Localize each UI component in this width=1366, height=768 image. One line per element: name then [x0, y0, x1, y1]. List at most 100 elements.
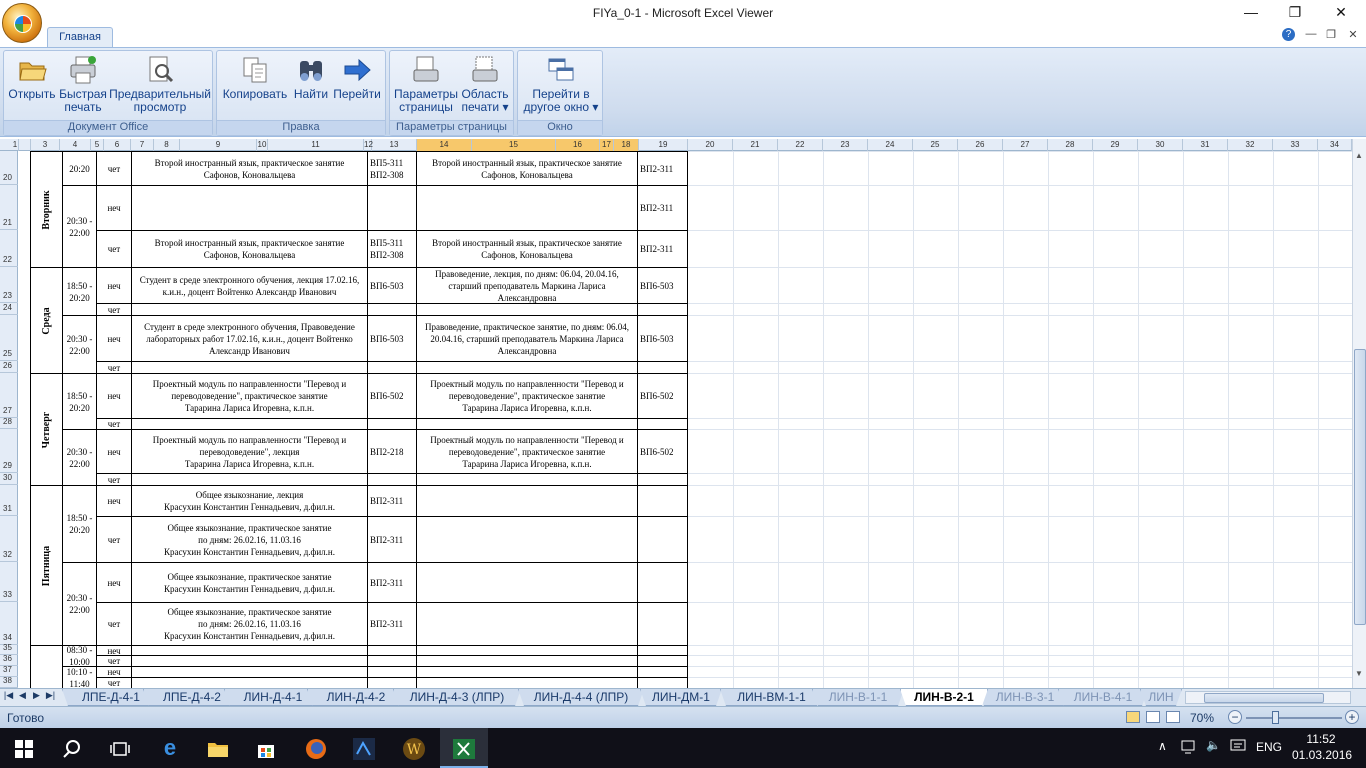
switch-window-button[interactable]: Перейти в другое окно ▾: [520, 55, 602, 114]
zoom-level[interactable]: 70%: [1190, 711, 1214, 725]
warcraft-icon[interactable]: W: [390, 728, 438, 768]
row-header[interactable]: 23: [0, 267, 18, 303]
sheet-tab[interactable]: ЛИН-В-3-1: [978, 689, 1072, 706]
column-header[interactable]: 31: [1183, 139, 1228, 151]
hscroll-thumb[interactable]: [1204, 693, 1324, 703]
task-view-icon[interactable]: [96, 728, 144, 768]
column-header[interactable]: 16: [556, 139, 600, 151]
column-header[interactable]: 18: [614, 139, 639, 151]
sheet-tab[interactable]: ЛИН: [1140, 689, 1182, 706]
column-header[interactable]: 8: [154, 139, 180, 151]
ribbon-close-button[interactable]: ✕: [1345, 28, 1361, 41]
row-header[interactable]: 26: [0, 361, 18, 373]
copy-button[interactable]: Копировать: [220, 55, 290, 101]
row-header[interactable]: 28: [0, 418, 18, 429]
minimize-button[interactable]: —: [1228, 0, 1274, 26]
close-button[interactable]: ✕: [1318, 0, 1364, 26]
zoom-slider-thumb[interactable]: [1272, 711, 1279, 724]
app-blue-icon[interactable]: [340, 728, 388, 768]
column-header[interactable]: 10: [257, 139, 268, 151]
ribbon-minimize-button[interactable]: —: [1303, 28, 1319, 40]
sheet-tab[interactable]: ЛИН-В-1-1: [812, 689, 904, 706]
column-header[interactable]: 21: [733, 139, 778, 151]
volume-icon[interactable]: 🔈: [1206, 738, 1221, 752]
notifications-icon[interactable]: [1230, 738, 1246, 757]
normal-view-icon[interactable]: [1126, 711, 1140, 723]
scroll-down-icon[interactable]: ▼: [1355, 669, 1363, 678]
horizontal-scrollbar[interactable]: [1185, 691, 1351, 704]
zoom-slider[interactable]: [1246, 717, 1342, 719]
row-header[interactable]: 22: [0, 230, 18, 267]
column-header[interactable]: 7: [131, 139, 154, 151]
row-header[interactable]: 24: [0, 303, 18, 315]
column-header[interactable]: 22: [778, 139, 823, 151]
row-header[interactable]: 29: [0, 429, 18, 473]
row-header[interactable]: 25: [0, 315, 18, 361]
tab-home[interactable]: Главная: [47, 27, 113, 48]
store-icon[interactable]: [242, 728, 290, 768]
print-preview-button[interactable]: Предварительный просмотр: [108, 55, 212, 114]
column-header[interactable]: 27: [1003, 139, 1048, 151]
column-header[interactable]: 12: [364, 139, 373, 151]
language-indicator[interactable]: ENG: [1256, 740, 1282, 754]
tray-chevron-icon[interactable]: ∧: [1158, 739, 1167, 753]
column-header[interactable]: 4: [60, 139, 91, 151]
sheet-tab[interactable]: ЛИН-Д-4-3 (ЛПР): [393, 689, 521, 706]
column-header[interactable]: 30: [1138, 139, 1183, 151]
column-header[interactable]: 26: [958, 139, 1003, 151]
column-header[interactable]: 6: [104, 139, 131, 151]
sheet-tab[interactable]: ЛИН-В-2-1: [900, 689, 988, 706]
last-sheet-icon[interactable]: ▶|: [45, 690, 56, 701]
sheet-tab[interactable]: ЛИН-В-4-1: [1058, 689, 1148, 706]
edge-icon[interactable]: e: [146, 728, 194, 768]
column-header[interactable]: 24: [868, 139, 913, 151]
sheet-tab[interactable]: ЛИН-ДМ-1: [640, 689, 722, 706]
goto-button[interactable]: Перейти: [332, 55, 382, 101]
file-explorer-icon[interactable]: [194, 728, 242, 768]
column-header[interactable]: 3: [31, 139, 60, 151]
zoom-out-icon[interactable]: −: [1228, 710, 1242, 724]
sheet-tab[interactable]: ЛИН-Д-4-1: [224, 689, 322, 706]
column-header[interactable]: 15: [472, 139, 556, 151]
vertical-scrollbar[interactable]: ▲ ▼: [1352, 139, 1366, 688]
next-sheet-icon[interactable]: ▶: [31, 690, 42, 701]
column-header[interactable]: 28: [1048, 139, 1093, 151]
excel-viewer-taskbar-icon[interactable]: [440, 728, 488, 768]
row-header[interactable]: 34: [0, 602, 18, 645]
column-header[interactable]: 33: [1273, 139, 1318, 151]
select-all-corner[interactable]: [0, 139, 19, 151]
column-header[interactable]: 17: [600, 139, 614, 151]
prev-sheet-icon[interactable]: ◀: [17, 690, 28, 701]
print-area-button[interactable]: Область печати ▾: [459, 55, 511, 114]
column-header[interactable]: 9: [180, 139, 257, 151]
column-header[interactable]: 5: [91, 139, 104, 151]
column-header[interactable]: 25: [913, 139, 958, 151]
quick-print-button[interactable]: Быстрая печать: [58, 55, 108, 114]
column-header[interactable]: 32: [1228, 139, 1273, 151]
firefox-icon[interactable]: [292, 728, 340, 768]
maximize-button[interactable]: ❐: [1272, 0, 1318, 26]
sheet-tab[interactable]: ЛИН-Д-4-4 (ЛПР): [518, 689, 644, 706]
first-sheet-icon[interactable]: |◀: [3, 690, 14, 701]
column-header[interactable]: 29: [1093, 139, 1138, 151]
ribbon-restore-button[interactable]: ❐: [1323, 28, 1339, 41]
column-header[interactable]: 13: [372, 139, 417, 151]
row-header[interactable]: 27: [0, 373, 18, 418]
start-icon[interactable]: [0, 728, 48, 768]
page-setup-button[interactable]: Параметры страницы: [393, 55, 459, 114]
open-button[interactable]: Открыть: [6, 55, 58, 101]
help-icon[interactable]: ?: [1282, 28, 1295, 41]
row-header[interactable]: 20: [0, 151, 18, 185]
scrollbar-thumb[interactable]: [1354, 349, 1366, 625]
row-header[interactable]: 30: [0, 473, 18, 485]
column-header[interactable]: 34: [1318, 139, 1352, 151]
clock-time[interactable]: 11:52: [1296, 732, 1346, 746]
column-header[interactable]: 19: [639, 139, 688, 151]
column-header[interactable]: 11: [268, 139, 364, 151]
page-layout-icon[interactable]: [1146, 711, 1160, 723]
row-header[interactable]: 21: [0, 185, 18, 230]
row-header[interactable]: 38: [0, 677, 18, 688]
sheet-tab[interactable]: ЛИН-ВМ-1-1: [720, 689, 823, 706]
office-button[interactable]: [2, 3, 42, 43]
clock-date[interactable]: 01.03.2016: [1292, 748, 1352, 762]
